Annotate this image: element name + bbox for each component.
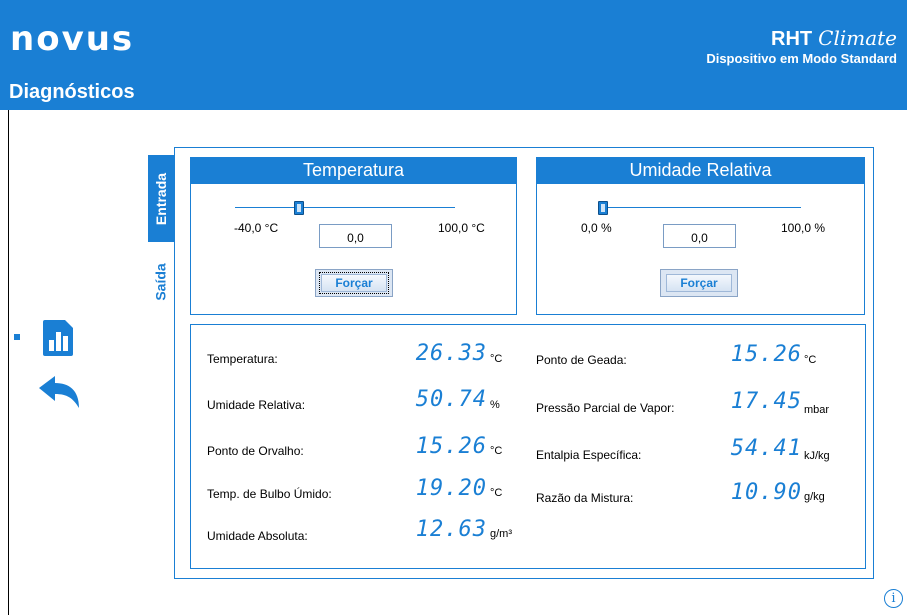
novus-logo: novus	[10, 19, 135, 59]
tab-saida-label: Saída	[153, 263, 170, 301]
temperature-value-input[interactable]: 0,0	[319, 224, 392, 248]
reading-label: Ponto de Orvalho:	[207, 444, 304, 458]
reading-absolute-humidity: Umidade Absoluta: 12.63 g/m³	[207, 518, 527, 546]
product-name: RHT Climate	[706, 26, 897, 51]
reading-value: 15.26	[415, 434, 487, 459]
humidity-slider-thumb[interactable]	[598, 201, 608, 215]
reading-label: Umidade Absoluta:	[207, 529, 308, 543]
report-chart-icon[interactable]	[41, 318, 77, 358]
info-icon[interactable]: i	[884, 589, 903, 608]
humidity-input-group: Umidade Relativa 0,0 % 100,0 % 0,0 Força…	[536, 157, 865, 315]
reading-label: Umidade Relativa:	[207, 398, 306, 412]
humidity-slider-track[interactable]	[603, 207, 801, 208]
reading-label: Temperatura:	[207, 352, 278, 366]
tab-entrada-label: Entrada	[153, 172, 169, 225]
reading-unit: %	[490, 399, 500, 411]
product-name-label: RHT	[771, 28, 813, 50]
back-arrow-icon[interactable]	[37, 374, 81, 410]
reading-value: 15.26	[730, 342, 802, 367]
reading-value: 26.33	[415, 341, 487, 366]
reading-value: 17.45	[730, 389, 802, 414]
humidity-force-label: Forçar	[666, 274, 732, 292]
page-title: Diagnósticos	[9, 81, 135, 103]
tab-entrada[interactable]: Entrada	[148, 155, 174, 242]
tab-saida[interactable]: Saída	[148, 248, 174, 316]
reading-value: 19.20	[415, 476, 487, 501]
reading-unit: °C	[804, 354, 817, 366]
humidity-max-label: 100,0 %	[781, 221, 826, 235]
reading-relative-humidity: Umidade Relativa: 50.74 %	[207, 388, 507, 416]
humidity-min-label: 0,0 %	[581, 221, 612, 235]
humidity-value-input[interactable]: 0,0	[663, 224, 736, 248]
reading-unit: g/kg	[804, 491, 825, 503]
temperature-force-label: Forçar	[319, 272, 389, 294]
temperature-force-button[interactable]: Forçar	[315, 269, 393, 297]
reading-label: Entalpia Específica:	[536, 448, 642, 462]
reading-mixing-ratio: Razão da Mistura: 10.90 g/kg	[536, 480, 856, 510]
window-border	[8, 110, 9, 615]
humidity-force-button[interactable]: Forçar	[660, 269, 738, 297]
reading-unit: °C	[490, 487, 503, 499]
humidity-group-title: Umidade Relativa	[537, 158, 864, 184]
temperature-input-group: Temperatura -40,0 °C 100,0 °C 0,0 Forçar	[190, 157, 517, 315]
reading-label: Pressão Parcial de Vapor:	[536, 401, 675, 415]
active-indicator	[14, 334, 20, 340]
reading-dew-point: Ponto de Orvalho: 15.26 °C	[207, 434, 507, 464]
temperature-group-title: Temperatura	[191, 158, 516, 184]
reading-specific-enthalpy: Entalpia Específica: 54.41 kJ/kg	[536, 436, 856, 467]
reading-unit: mbar	[804, 404, 830, 416]
reading-unit: kJ/kg	[804, 450, 830, 462]
temperature-max-label: 100,0 °C	[438, 221, 485, 235]
readings-panel: Temperatura: 26.33 °C Umidade Relativa: …	[190, 324, 866, 569]
reading-wet-bulb: Temp. de Bulbo Úmido: 19.20 °C	[207, 476, 507, 506]
reading-value: 50.74	[415, 387, 487, 412]
reading-unit: °C	[490, 445, 503, 457]
reading-temperature: Temperatura: 26.33 °C	[207, 341, 507, 369]
temperature-min-label: -40,0 °C	[234, 221, 279, 235]
reading-vapor-pressure: Pressão Parcial de Vapor: 17.45 mbar	[536, 389, 856, 419]
reading-value: 10.90	[730, 480, 802, 505]
app-header: novus Diagnósticos RHT Climate Dispositiv…	[0, 0, 907, 110]
reading-value: 12.63	[415, 517, 487, 542]
reading-label: Temp. de Bulbo Úmido:	[207, 487, 332, 501]
reading-label: Razão da Mistura:	[536, 491, 634, 505]
product-info: RHT Climate Dispositivo em Modo Standard	[706, 26, 897, 66]
temperature-slider-track[interactable]	[235, 207, 455, 208]
device-mode: Dispositivo em Modo Standard	[706, 51, 897, 66]
reading-unit: °C	[490, 353, 503, 365]
reading-label: Ponto de Geada:	[536, 353, 627, 367]
reading-frost-point: Ponto de Geada: 15.26 °C	[536, 342, 856, 370]
temperature-slider-thumb[interactable]	[293, 201, 304, 215]
reading-unit: g/m³	[490, 528, 512, 540]
product-series: Climate	[818, 26, 897, 50]
reading-value: 54.41	[730, 436, 802, 461]
